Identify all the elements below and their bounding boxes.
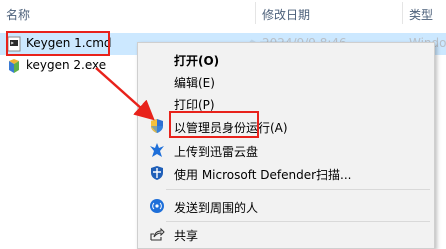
- annotation-arrow: [95, 67, 155, 121]
